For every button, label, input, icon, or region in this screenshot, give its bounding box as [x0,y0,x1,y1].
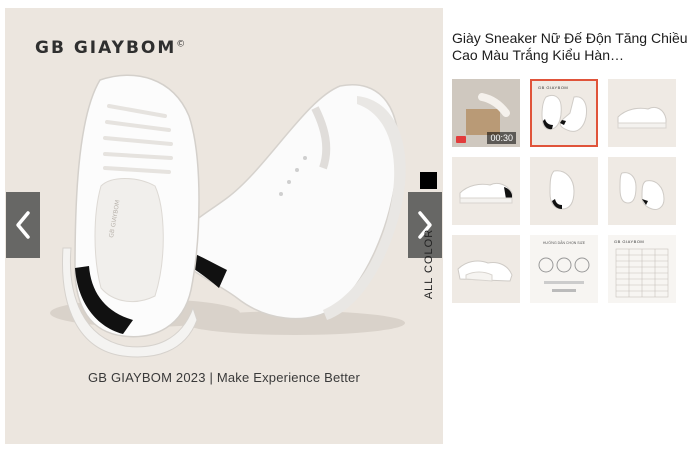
thumbnail-7[interactable] [452,235,520,303]
shoe-thumbnail [549,170,575,210]
thumbnail-size-guide[interactable]: HƯỚNG DẪN CHỌN SIZE [530,235,598,303]
shoe-thumbnail [617,106,667,129]
image-tagline: GB GIAYBOM 2023 | Make Experience Better [88,370,360,385]
thumbnail-4[interactable] [452,157,520,225]
brand-logo-text: GB GIAYBOM [35,38,177,58]
shoe-thumbnail [459,182,513,204]
main-product-image[interactable]: GB GIAYBOM GB GIAYBOM© GB GIAYBOM 2023 |… [5,8,443,444]
brand-logo: GB GIAYBOM© [35,38,187,58]
shoe-thumbnail [457,260,513,282]
previous-image-button[interactable] [6,192,40,258]
thumbnail-2[interactable]: GB GIAYBOM [530,79,598,147]
product-title: Giày Sneaker Nữ Đế Độn Tăng Chiều Cao Mà… [452,30,688,63]
thumbnail-video[interactable]: 00:30 [452,79,520,147]
brand-mark: © [176,39,188,50]
thumbnail-6[interactable] [608,157,676,225]
color-swatch-black[interactable] [420,172,437,189]
all-color-label[interactable]: ALL COLOR [423,228,435,300]
video-play-icon [456,136,466,143]
size-table-graphic [615,248,669,298]
shoe-thumbnail [541,94,587,132]
size-guide-graphic [538,257,590,292]
thumbnail-3[interactable] [608,79,676,147]
shoe-thumbnail [619,172,665,210]
chevron-left-icon [16,211,30,239]
thumbnail-size-table[interactable]: GB GIAYBOM [608,235,676,303]
video-duration: 00:30 [487,132,516,144]
thumbnail-5[interactable] [530,157,598,225]
